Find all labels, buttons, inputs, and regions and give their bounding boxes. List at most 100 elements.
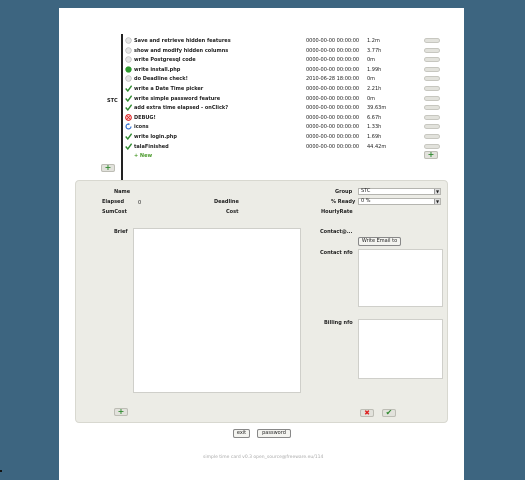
footer-note: simple time card v0.3 open_source@freewa… bbox=[203, 455, 324, 460]
task-row[interactable]: write a Date Time picker 0000-00-00 00:00… bbox=[123, 84, 447, 94]
brief-textarea[interactable] bbox=[133, 228, 301, 393]
task-elapsed: 3.77h bbox=[367, 47, 382, 54]
brief-label: Brief bbox=[114, 229, 128, 235]
task-elapsed: 0m bbox=[367, 76, 376, 83]
cancel-button[interactable]: ✖ bbox=[360, 409, 374, 417]
chevron-down-icon: ▼ bbox=[434, 199, 440, 204]
task-timer-button[interactable] bbox=[424, 85, 440, 91]
name-label: Name bbox=[114, 189, 131, 195]
chevron-down-icon: ▼ bbox=[434, 189, 440, 194]
task-deadline: 0000-00-00 00:00:00 bbox=[306, 57, 360, 64]
task-row[interactable]: talaFinished 0000-00-00 00:00:00 44.42m bbox=[123, 142, 447, 152]
refresh-icon bbox=[125, 123, 132, 130]
task-deadline: 0000-00-00 00:00:00 bbox=[306, 47, 360, 54]
task-name[interactable]: icons bbox=[134, 124, 149, 130]
exit-button[interactable]: exit bbox=[233, 429, 250, 438]
task-timer-button[interactable] bbox=[424, 95, 440, 101]
task-name[interactable]: do Deadline check! bbox=[134, 76, 188, 82]
status-empty-icon bbox=[125, 46, 132, 54]
task-name[interactable]: show and modify hidden columns bbox=[134, 48, 228, 54]
task-deadline: 0000-00-00 00:00:00 bbox=[306, 114, 360, 121]
sumcost-label: SumCost bbox=[102, 209, 127, 215]
task-row[interactable]: write install.php 0000-00-00 00:00:00 1.99… bbox=[123, 65, 447, 75]
elapsed-value: 0 bbox=[138, 200, 142, 206]
contact-at-label: Contact@... bbox=[320, 229, 353, 235]
task-name[interactable]: write login.php bbox=[134, 134, 177, 140]
password-button[interactable]: password bbox=[257, 429, 291, 438]
task-timer-button[interactable] bbox=[424, 38, 440, 43]
task-name[interactable]: write a Date Time picker bbox=[134, 86, 203, 92]
add-project-button[interactable]: + bbox=[101, 164, 115, 172]
task-timer-button[interactable] bbox=[424, 124, 440, 130]
new-task-add-button[interactable]: + bbox=[424, 151, 438, 160]
task-row[interactable]: show and modify hidden columns 0000-00-00… bbox=[123, 46, 447, 56]
task-deadline: 0000-00-00 00:00:00 bbox=[306, 105, 360, 112]
task-deadline: 0000-00-00 00:00:00 bbox=[306, 38, 360, 44]
task-name[interactable]: talaFinished bbox=[134, 144, 169, 150]
hourlyrate-label: HourlyRate bbox=[321, 209, 353, 215]
task-name[interactable]: add extra time elapsed - onClick? bbox=[134, 105, 228, 111]
check-icon bbox=[125, 142, 133, 150]
task-deadline: 0000-00-00 00:00:00 bbox=[306, 85, 360, 92]
task-deadline: 0000-00-00 00:00:00 bbox=[306, 66, 360, 73]
billing-info-label: Billing nfo bbox=[324, 320, 353, 326]
task-name[interactable]: write install.php bbox=[134, 67, 180, 73]
project-label: STC bbox=[107, 98, 118, 104]
status-empty-icon bbox=[125, 56, 132, 63]
task-name[interactable]: Save and retrieve hidden features bbox=[134, 38, 231, 44]
task-elapsed: 44.42m bbox=[367, 143, 387, 150]
task-timer-button[interactable] bbox=[424, 105, 440, 111]
task-elapsed: 1.99h bbox=[367, 66, 382, 73]
ready-selected: 0 % bbox=[361, 198, 371, 204]
task-timer-button[interactable] bbox=[424, 66, 440, 72]
task-deadline: 0000-00-00 00:00:00 bbox=[306, 143, 360, 150]
task-name[interactable]: write simple password feature bbox=[134, 96, 220, 102]
status-active-icon bbox=[125, 66, 132, 73]
task-row[interactable]: icons 0000-00-00 00:00:00 1.33h bbox=[123, 122, 447, 132]
ready-select[interactable]: 0 % ▼ bbox=[358, 198, 441, 205]
task-timer-button[interactable] bbox=[424, 47, 440, 53]
task-elapsed: 1.33h bbox=[367, 124, 382, 131]
task-name[interactable]: DEBUG! bbox=[134, 115, 156, 121]
task-deadline: 0000-00-00 00:00:00 bbox=[306, 95, 360, 102]
task-row[interactable]: do Deadline check! 2010-06-28 18:00:00 0m bbox=[123, 74, 447, 84]
task-row[interactable]: add extra time elapsed - onClick? 0000-00… bbox=[123, 103, 447, 113]
task-list: Save and retrieve hidden features 0000-00… bbox=[123, 36, 447, 161]
check-icon bbox=[125, 133, 133, 141]
task-name[interactable]: write Postgresql code bbox=[134, 57, 196, 63]
cost-label: Cost bbox=[226, 209, 239, 215]
task-deadline: 0000-00-00 00:00:00 bbox=[306, 133, 360, 140]
check-icon bbox=[125, 104, 133, 112]
new-task-row[interactable]: + New + bbox=[123, 151, 447, 161]
task-detail-panel: Name Elapsed 0 Deadline SumCost Cost Gro… bbox=[75, 180, 448, 423]
task-row[interactable]: write Postgresql code 0000-00-00 00:00:00… bbox=[123, 55, 447, 65]
add-task-button[interactable]: + bbox=[114, 408, 128, 416]
task-elapsed: 1.69h bbox=[367, 133, 382, 140]
task-timer-button[interactable] bbox=[424, 114, 440, 120]
task-timer-button[interactable] bbox=[424, 76, 440, 82]
task-elapsed: 6.67h bbox=[367, 114, 382, 121]
new-task-link[interactable]: + New bbox=[134, 153, 152, 159]
ok-button[interactable]: ✔ bbox=[382, 409, 396, 417]
contact-info-textarea[interactable] bbox=[358, 249, 443, 307]
task-timer-button[interactable] bbox=[424, 143, 440, 149]
contact-info-label: Contact nfo bbox=[320, 250, 353, 256]
ready-label: % Ready bbox=[331, 199, 356, 205]
task-elapsed: 0m bbox=[367, 57, 376, 64]
page: STC Save and retrieve hidden features 000… bbox=[59, 8, 464, 480]
task-deadline: 2010-06-28 18:00:00 bbox=[306, 76, 360, 83]
task-elapsed: 1.2m bbox=[367, 38, 380, 44]
task-elapsed: 39.63m bbox=[367, 105, 387, 112]
billing-info-textarea[interactable] bbox=[358, 319, 443, 379]
task-row[interactable]: Save and retrieve hidden features 0000-00… bbox=[123, 36, 447, 46]
task-row[interactable]: write simple password feature 0000-00-00 … bbox=[123, 94, 447, 104]
task-timer-button[interactable] bbox=[424, 57, 440, 63]
elapsed-label: Elapsed bbox=[102, 199, 125, 205]
group-select[interactable]: STC ▼ bbox=[358, 188, 441, 195]
task-row[interactable]: DEBUG! 0000-00-00 00:00:00 6.67h bbox=[123, 113, 447, 123]
task-timer-button[interactable] bbox=[424, 133, 440, 139]
task-elapsed: 2.21h bbox=[367, 85, 382, 92]
group-label: Group bbox=[335, 189, 353, 195]
task-row[interactable]: write login.php 0000-00-00 00:00:00 1.69h bbox=[123, 132, 447, 142]
write-email-button[interactable]: Write Email to bbox=[358, 237, 401, 246]
